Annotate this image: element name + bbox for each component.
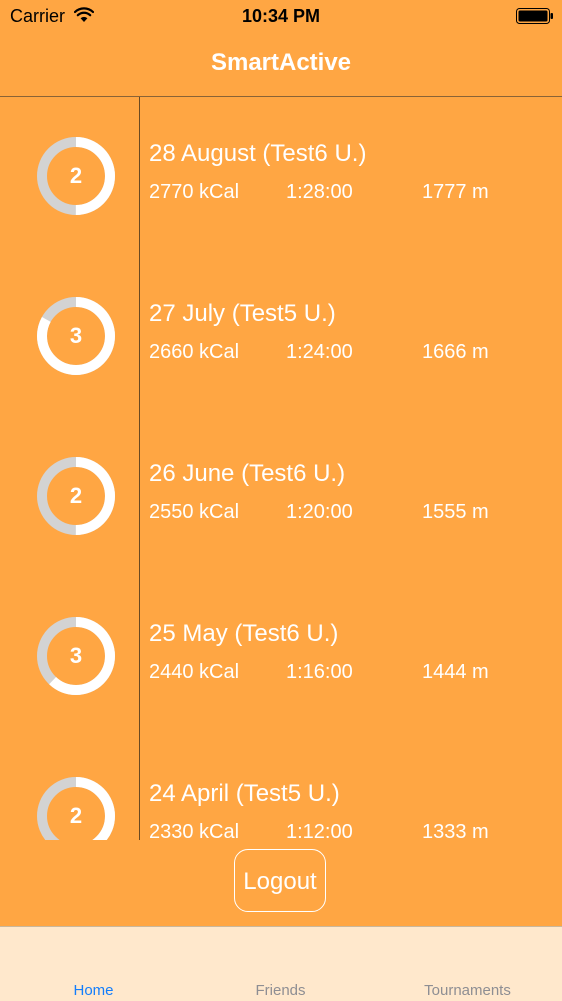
calories-value: 2330 kCal — [149, 821, 240, 840]
duration-value: 1:20:00 — [286, 501, 353, 523]
nav-bar: SmartActive — [0, 32, 562, 97]
activity-title: 25 May (Test6 U.) — [149, 620, 339, 647]
rank-number: 3 — [69, 323, 83, 348]
distance-value: 1777 m — [422, 181, 489, 203]
logout-button[interactable]: Logout — [234, 849, 326, 912]
calories-value: 2550 kCal — [149, 501, 240, 523]
tab-label: Tournaments — [424, 982, 511, 999]
rank-ring: 2 — [36, 776, 116, 840]
activity-title: 27 July (Test5 U.) — [149, 300, 336, 327]
status-bar: Carrier 10:34 PM — [0, 0, 562, 32]
tab-tournaments[interactable]: Tournaments — [374, 927, 561, 1001]
rank-number: 2 — [69, 483, 83, 508]
rank-number: 2 — [69, 803, 83, 828]
distance-value: 1444 m — [422, 661, 489, 683]
duration-value: 1:12:00 — [286, 821, 353, 840]
duration-value: 1:16:00 — [286, 661, 353, 683]
tab-bar: Home Friends Tournaments — [0, 926, 562, 1001]
status-time: 10:34 PM — [241, 6, 321, 26]
page-title: SmartActive — [210, 49, 352, 76]
list-item[interactable]: 2 28 August (Test6 U.) 2770 kCal 1:28:00 177… — [0, 97, 562, 257]
rank-ring: 2 — [36, 136, 116, 216]
list-item[interactable]: 3 27 July (Test5 U.) 2660 kCal 1:24:00 1666 … — [0, 257, 562, 417]
activity-title: 28 August (Test6 U.) — [149, 140, 367, 167]
calories-value: 2770 kCal — [149, 181, 240, 203]
tab-label: Home — [73, 982, 114, 999]
activity-list[interactable]: 2 28 August (Test6 U.) 2770 kCal 1:28:00 177… — [0, 97, 562, 840]
distance-value: 1333 m — [422, 821, 489, 840]
duration-value: 1:24:00 — [286, 341, 353, 363]
rank-ring: 2 — [36, 456, 116, 536]
tab-home[interactable]: Home — [0, 927, 187, 1001]
battery-icon — [516, 8, 554, 29]
activity-title: 26 June (Test6 U.) — [149, 460, 346, 487]
rank-ring: 3 — [36, 616, 116, 696]
activity-title: 24 April (Test5 U.) — [149, 780, 340, 807]
tab-friends[interactable]: Friends — [187, 927, 374, 1001]
rank-ring: 3 — [36, 296, 116, 376]
list-item[interactable]: 3 25 May (Test6 U.) 2440 kCal 1:16:00 1444 m — [0, 577, 562, 737]
list-item[interactable]: 2 26 June (Test6 U.) 2550 kCal 1:20:00 1555 … — [0, 417, 562, 577]
rank-number: 3 — [69, 643, 83, 668]
distance-value: 1555 m — [422, 501, 489, 523]
calories-value: 2440 kCal — [149, 661, 240, 683]
duration-value: 1:28:00 — [286, 181, 353, 203]
calories-value: 2660 kCal — [149, 341, 240, 363]
rank-number: 2 — [69, 163, 83, 188]
list-item[interactable]: 2 24 April (Test5 U.) 2330 kCal 1:12:00 1333… — [0, 737, 562, 840]
distance-value: 1666 m — [422, 341, 489, 363]
tab-label: Friends — [255, 982, 306, 999]
